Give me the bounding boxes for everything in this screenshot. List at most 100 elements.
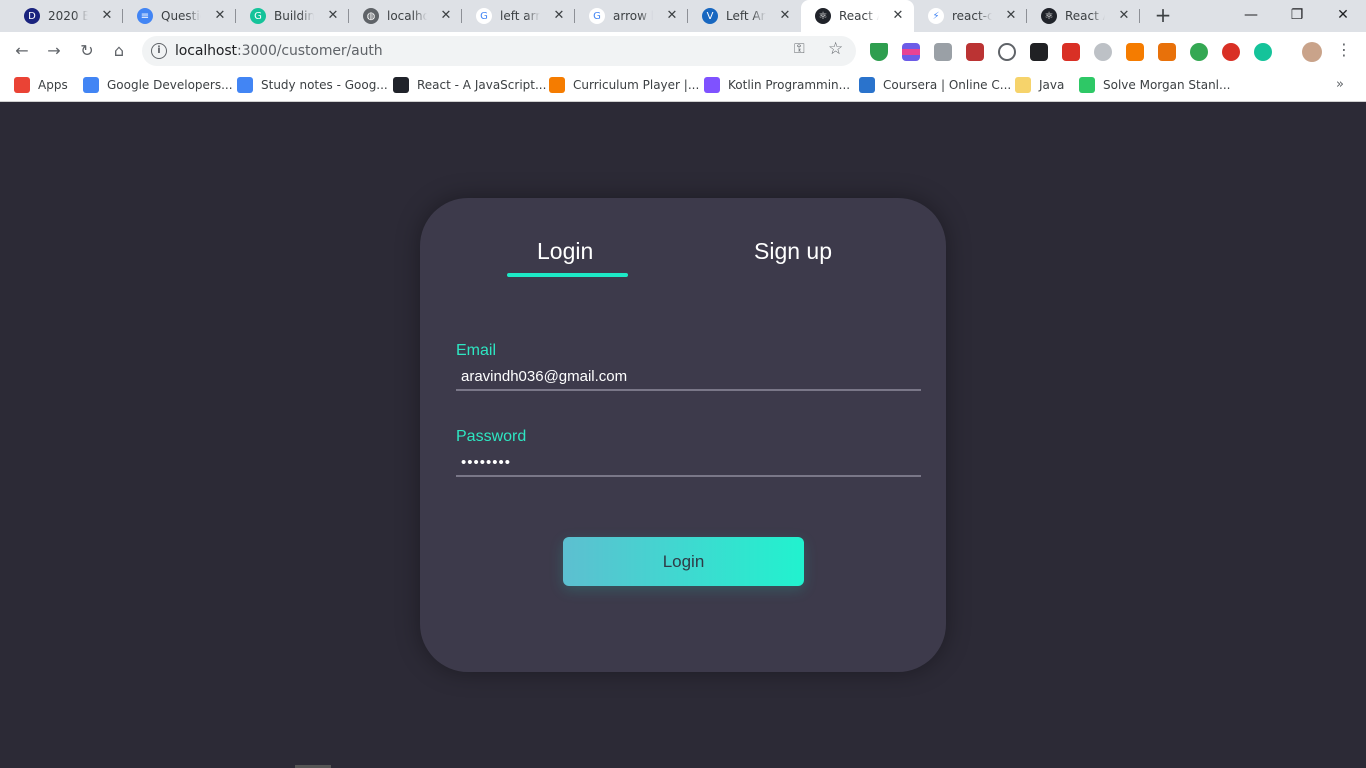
tab-title: Left Arro (726, 9, 766, 23)
password-field[interactable] (456, 449, 921, 477)
active-tab-indicator (507, 273, 628, 277)
coursera-icon (859, 77, 875, 93)
url-host: localhost (175, 43, 237, 59)
bookmark-item[interactable]: Kotlin Programmin... (704, 77, 850, 93)
browser-tab[interactable]: ⚛ React Ap ✕ (801, 0, 914, 32)
bookmark-label: Kotlin Programmin... (728, 78, 851, 92)
url-path: :3000/customer/auth (236, 43, 383, 59)
site-info-icon[interactable]: i (151, 43, 167, 59)
tab-title: react-chy (952, 9, 992, 23)
close-tab-icon[interactable]: ✕ (212, 8, 228, 24)
apps-grid-icon (14, 77, 30, 93)
more-menu-icon[interactable]: ⋮ (1336, 40, 1352, 59)
close-tab-icon[interactable]: ✕ (438, 8, 454, 24)
tab-separator (1139, 9, 1140, 23)
bookmark-item[interactable]: Curriculum Player |... (549, 77, 699, 93)
google-icon: G (589, 8, 605, 24)
bookmark-item[interactable]: Java (1015, 77, 1064, 93)
browser-tab[interactable]: ⚛ React Ap ✕ (1027, 0, 1140, 32)
email-label: Email (456, 342, 497, 359)
login-button[interactable]: Login (563, 537, 804, 586)
key-icon[interactable]: ⚿ (794, 41, 805, 57)
folder-icon (1015, 77, 1031, 93)
forward-button[interactable]: → (41, 38, 67, 64)
close-tab-icon[interactable]: ✕ (664, 8, 680, 24)
bookmarks-bar: Apps Google Developers... Study notes - Go… (0, 69, 1366, 102)
home-button[interactable]: ⌂ (106, 38, 132, 64)
google-docs-icon: ≡ (137, 8, 153, 24)
vuetify-icon: V (702, 8, 718, 24)
close-tab-icon[interactable]: ✕ (890, 8, 906, 24)
new-tab-button[interactable]: + (1151, 4, 1175, 28)
bookmark-item[interactable]: React - A JavaScript... (393, 77, 546, 93)
address-bar[interactable]: i localhost:3000/customer/auth ⚿ ☆ (142, 36, 856, 66)
bookmark-label: Google Developers... (107, 78, 233, 92)
browser-tab[interactable]: D 2020 Bat ✕ (10, 0, 123, 32)
react-icon (393, 77, 409, 93)
bookmark-item[interactable]: Google Developers... (83, 77, 233, 93)
globe-icon: ◍ (363, 8, 379, 24)
bookmark-label: Study notes - Goog... (261, 78, 388, 92)
close-tab-icon[interactable]: ✕ (1116, 8, 1132, 24)
auth-card: Login Sign up Email Password Login (420, 198, 946, 672)
email-field[interactable] (456, 363, 921, 391)
close-tab-icon[interactable]: ✕ (325, 8, 341, 24)
tab-title: Building (274, 9, 314, 23)
eyedropper-extension-icon[interactable] (966, 43, 984, 61)
react-icon: ⚛ (1041, 8, 1057, 24)
yab-extension-icon[interactable] (1222, 43, 1240, 61)
browser-tab[interactable]: Garrow lef ✕ (575, 0, 688, 32)
browser-tab[interactable]: G Building ✕ (236, 0, 349, 32)
profile-avatar[interactable] (1302, 42, 1322, 62)
close-tab-icon[interactable]: ✕ (777, 8, 793, 24)
bookmark-label: React - A JavaScript... (417, 78, 547, 92)
close-tab-icon[interactable]: ✕ (551, 8, 567, 24)
browser-tab[interactable]: Gleft arrow ✕ (462, 0, 575, 32)
close-tab-icon[interactable]: ✕ (99, 8, 115, 24)
close-tab-icon[interactable]: ✕ (1003, 8, 1019, 24)
bookmark-star-icon[interactable]: ☆ (828, 39, 843, 59)
tab-title: React Ap (1065, 9, 1105, 23)
tab-title: localhost (387, 9, 427, 23)
browser-tab[interactable]: ◍ localhost ✕ (349, 0, 462, 32)
bookmark-item[interactable]: Coursera | Online C... (859, 77, 1011, 93)
grammarly-extension-icon[interactable] (1254, 43, 1272, 61)
browser-tab[interactable]: V Left Arro ✕ (688, 0, 801, 32)
megaphone-extension-icon[interactable] (1158, 43, 1176, 61)
reload-button[interactable]: ↻ (74, 38, 100, 64)
google-icon: G (476, 8, 492, 24)
compass-extension-icon[interactable] (1094, 43, 1112, 61)
bookmark-label: Solve Morgan Stanl... (1103, 78, 1231, 92)
bookmark-label: Java (1039, 78, 1065, 92)
grid-extension-icon[interactable] (1062, 43, 1080, 61)
tab-title: Question (161, 9, 201, 23)
camera-extension-icon[interactable] (934, 43, 952, 61)
google-developers-icon (83, 77, 99, 93)
tab-signup[interactable]: Sign up (754, 238, 832, 265)
bookmark-item[interactable]: Apps (14, 77, 68, 93)
minimize-button[interactable]: — (1228, 0, 1274, 32)
url-text[interactable]: localhost:3000/customer/auth (175, 43, 383, 59)
tab-login[interactable]: Login (537, 238, 593, 265)
more-bookmarks-icon[interactable]: » (1336, 77, 1344, 92)
restore-button[interactable]: ❐ (1274, 0, 1320, 32)
bookmark-label: Apps (38, 78, 68, 92)
password-label: Password (456, 428, 527, 445)
cube-icon (549, 77, 565, 93)
close-window-button[interactable]: ✕ (1320, 0, 1366, 32)
bookmark-item[interactable]: Solve Morgan Stanl... (1079, 77, 1230, 93)
circle-extension-icon[interactable] (998, 43, 1016, 61)
paw-extension-icon[interactable] (1030, 43, 1048, 61)
d-icon: D (24, 8, 40, 24)
lines-extension-icon[interactable] (902, 43, 920, 61)
browser-tab[interactable]: ⚡ react-chy ✕ (914, 0, 1027, 32)
hackerrank-icon (1079, 77, 1095, 93)
bolt-icon: ⚡ (928, 8, 944, 24)
back-button[interactable]: ← (9, 38, 35, 64)
tab-title: 2020 Bat (48, 9, 88, 23)
bookmark-item[interactable]: Study notes - Goog... (237, 77, 388, 93)
browser-tab[interactable]: ≡ Question ✕ (123, 0, 236, 32)
honey-extension-icon[interactable] (1126, 43, 1144, 61)
shield-extension-icon[interactable] (870, 43, 888, 61)
globe-extension-icon[interactable] (1190, 43, 1208, 61)
